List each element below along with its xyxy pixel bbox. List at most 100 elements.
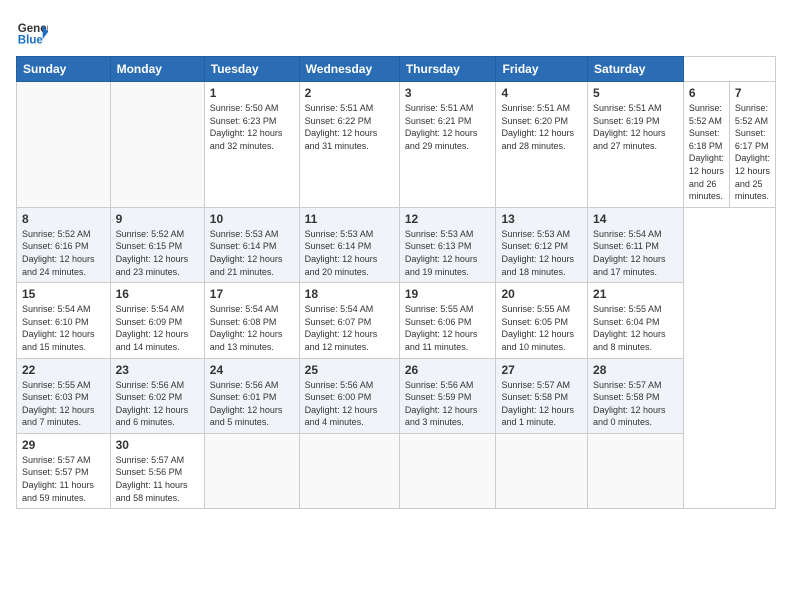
- weekday-header-sunday: Sunday: [17, 57, 111, 82]
- day-number: 4: [501, 86, 582, 100]
- calendar-day-18: 18Sunrise: 5:54 AMSunset: 6:07 PMDayligh…: [299, 283, 399, 358]
- calendar-day-2: 2Sunrise: 5:51 AMSunset: 6:22 PMDaylight…: [299, 82, 399, 208]
- calendar-day-27: 27 Sunrise: 5:57 AMSunset: 5:58 PMDayligh…: [496, 358, 588, 433]
- empty-cell: [399, 433, 496, 508]
- day-info: Sunrise: 5:53 AMSunset: 6:14 PMDaylight:…: [305, 228, 394, 278]
- weekday-header-wednesday: Wednesday: [299, 57, 399, 82]
- day-info: Sunrise: 5:51 AMSunset: 6:19 PMDaylight:…: [593, 102, 678, 152]
- calendar-day-11: 11 Sunrise: 5:53 AMSunset: 6:14 PMDayligh…: [299, 207, 399, 282]
- calendar-day-21: 21 Sunrise: 5:55 AMSunset: 6:04 PMDayligh…: [588, 283, 684, 358]
- calendar-day-24: 24 Sunrise: 5:56 AMSunset: 6:01 PMDayligh…: [204, 358, 299, 433]
- calendar-day-1: 1 Sunrise: 5:50 AMSunset: 6:23 PMDaylight…: [204, 82, 299, 208]
- day-number: 21: [593, 287, 678, 301]
- day-info: Sunrise: 5:56 AMSunset: 6:00 PMDaylight:…: [305, 379, 394, 429]
- empty-cell: [110, 82, 204, 208]
- day-number: 29: [22, 438, 105, 452]
- day-number: 18: [305, 287, 394, 301]
- calendar-day-6: 6 Sunrise: 5:52 AMSunset: 6:18 PMDaylight…: [683, 82, 729, 208]
- calendar-day-28: 28 Sunrise: 5:57 AMSunset: 5:58 PMDayligh…: [588, 358, 684, 433]
- day-info: Sunrise: 5:51 AMSunset: 6:20 PMDaylight:…: [501, 102, 582, 152]
- weekday-header-row: SundayMondayTuesdayWednesdayThursdayFrid…: [17, 57, 776, 82]
- calendar-day-26: 26Sunrise: 5:56 AMSunset: 5:59 PMDayligh…: [399, 358, 496, 433]
- calendar-day-20: 20 Sunrise: 5:55 AMSunset: 6:05 PMDayligh…: [496, 283, 588, 358]
- calendar-week-2: 8Sunrise: 5:52 AMSunset: 6:16 PMDaylight…: [17, 207, 776, 282]
- day-info: Sunrise: 5:57 AMSunset: 5:57 PMDaylight:…: [22, 454, 105, 504]
- day-number: 10: [210, 212, 294, 226]
- day-number: 1: [210, 86, 294, 100]
- calendar-week-3: 15Sunrise: 5:54 AMSunset: 6:10 PMDayligh…: [17, 283, 776, 358]
- calendar-day-29: 29 Sunrise: 5:57 AMSunset: 5:57 PMDayligh…: [17, 433, 111, 508]
- empty-cell: [204, 433, 299, 508]
- empty-cell: [588, 433, 684, 508]
- day-number: 14: [593, 212, 678, 226]
- day-number: 28: [593, 363, 678, 377]
- empty-cell: [17, 82, 111, 208]
- calendar-day-14: 14 Sunrise: 5:54 AMSunset: 6:11 PMDayligh…: [588, 207, 684, 282]
- calendar-table: SundayMondayTuesdayWednesdayThursdayFrid…: [16, 56, 776, 509]
- calendar-week-1: 1 Sunrise: 5:50 AMSunset: 6:23 PMDaylight…: [17, 82, 776, 208]
- empty-cell: [299, 433, 399, 508]
- day-info: Sunrise: 5:55 AMSunset: 6:03 PMDaylight:…: [22, 379, 105, 429]
- day-info: Sunrise: 5:57 AMSunset: 5:58 PMDaylight:…: [501, 379, 582, 429]
- day-number: 2: [305, 86, 394, 100]
- calendar-day-4: 4 Sunrise: 5:51 AMSunset: 6:20 PMDaylight…: [496, 82, 588, 208]
- calendar-day-5: 5 Sunrise: 5:51 AMSunset: 6:19 PMDaylight…: [588, 82, 684, 208]
- logo: General Blue: [16, 16, 48, 48]
- day-info: Sunrise: 5:53 AMSunset: 6:12 PMDaylight:…: [501, 228, 582, 278]
- day-info: Sunrise: 5:54 AMSunset: 6:09 PMDaylight:…: [116, 303, 199, 353]
- day-number: 19: [405, 287, 491, 301]
- calendar-day-13: 13 Sunrise: 5:53 AMSunset: 6:12 PMDayligh…: [496, 207, 588, 282]
- calendar-day-17: 17 Sunrise: 5:54 AMSunset: 6:08 PMDayligh…: [204, 283, 299, 358]
- day-info: Sunrise: 5:55 AMSunset: 6:05 PMDaylight:…: [501, 303, 582, 353]
- day-info: Sunrise: 5:56 AMSunset: 6:02 PMDaylight:…: [116, 379, 199, 429]
- weekday-header-monday: Monday: [110, 57, 204, 82]
- weekday-header-saturday: Saturday: [588, 57, 684, 82]
- day-number: 30: [116, 438, 199, 452]
- day-info: Sunrise: 5:52 AMSunset: 6:17 PMDaylight:…: [735, 102, 770, 203]
- calendar-week-4: 22Sunrise: 5:55 AMSunset: 6:03 PMDayligh…: [17, 358, 776, 433]
- day-info: Sunrise: 5:57 AMSunset: 5:58 PMDaylight:…: [593, 379, 678, 429]
- day-number: 6: [689, 86, 724, 100]
- day-number: 5: [593, 86, 678, 100]
- day-info: Sunrise: 5:56 AMSunset: 6:01 PMDaylight:…: [210, 379, 294, 429]
- calendar-day-8: 8Sunrise: 5:52 AMSunset: 6:16 PMDaylight…: [17, 207, 111, 282]
- day-number: 11: [305, 212, 394, 226]
- calendar-day-22: 22Sunrise: 5:55 AMSunset: 6:03 PMDayligh…: [17, 358, 111, 433]
- calendar-day-16: 16 Sunrise: 5:54 AMSunset: 6:09 PMDayligh…: [110, 283, 204, 358]
- weekday-header-thursday: Thursday: [399, 57, 496, 82]
- day-info: Sunrise: 5:54 AMSunset: 6:10 PMDaylight:…: [22, 303, 105, 353]
- calendar-day-3: 3Sunrise: 5:51 AMSunset: 6:21 PMDaylight…: [399, 82, 496, 208]
- empty-cell: [496, 433, 588, 508]
- day-number: 25: [305, 363, 394, 377]
- svg-text:Blue: Blue: [18, 35, 44, 47]
- weekday-header-friday: Friday: [496, 57, 588, 82]
- day-info: Sunrise: 5:52 AMSunset: 6:18 PMDaylight:…: [689, 102, 724, 203]
- day-info: Sunrise: 5:54 AMSunset: 6:08 PMDaylight:…: [210, 303, 294, 353]
- calendar-day-23: 23 Sunrise: 5:56 AMSunset: 6:02 PMDayligh…: [110, 358, 204, 433]
- day-info: Sunrise: 5:53 AMSunset: 6:14 PMDaylight:…: [210, 228, 294, 278]
- calendar-day-25: 25 Sunrise: 5:56 AMSunset: 6:00 PMDayligh…: [299, 358, 399, 433]
- day-info: Sunrise: 5:50 AMSunset: 6:23 PMDaylight:…: [210, 102, 294, 152]
- calendar-day-12: 12 Sunrise: 5:53 AMSunset: 6:13 PMDayligh…: [399, 207, 496, 282]
- day-number: 27: [501, 363, 582, 377]
- day-number: 16: [116, 287, 199, 301]
- calendar-day-9: 9Sunrise: 5:52 AMSunset: 6:15 PMDaylight…: [110, 207, 204, 282]
- day-number: 8: [22, 212, 105, 226]
- day-number: 7: [735, 86, 770, 100]
- day-info: Sunrise: 5:53 AMSunset: 6:13 PMDaylight:…: [405, 228, 491, 278]
- day-info: Sunrise: 5:55 AMSunset: 6:04 PMDaylight:…: [593, 303, 678, 353]
- weekday-header-tuesday: Tuesday: [204, 57, 299, 82]
- day-number: 24: [210, 363, 294, 377]
- logo-icon: General Blue: [16, 16, 48, 48]
- day-number: 23: [116, 363, 199, 377]
- calendar-day-10: 10 Sunrise: 5:53 AMSunset: 6:14 PMDayligh…: [204, 207, 299, 282]
- calendar-day-30: 30 Sunrise: 5:57 AMSunset: 5:56 PMDayligh…: [110, 433, 204, 508]
- day-number: 12: [405, 212, 491, 226]
- day-number: 13: [501, 212, 582, 226]
- day-number: 20: [501, 287, 582, 301]
- page-header: General Blue: [16, 16, 776, 48]
- calendar-week-5: 29 Sunrise: 5:57 AMSunset: 5:57 PMDayligh…: [17, 433, 776, 508]
- day-number: 17: [210, 287, 294, 301]
- day-info: Sunrise: 5:54 AMSunset: 6:11 PMDaylight:…: [593, 228, 678, 278]
- day-info: Sunrise: 5:57 AMSunset: 5:56 PMDaylight:…: [116, 454, 199, 504]
